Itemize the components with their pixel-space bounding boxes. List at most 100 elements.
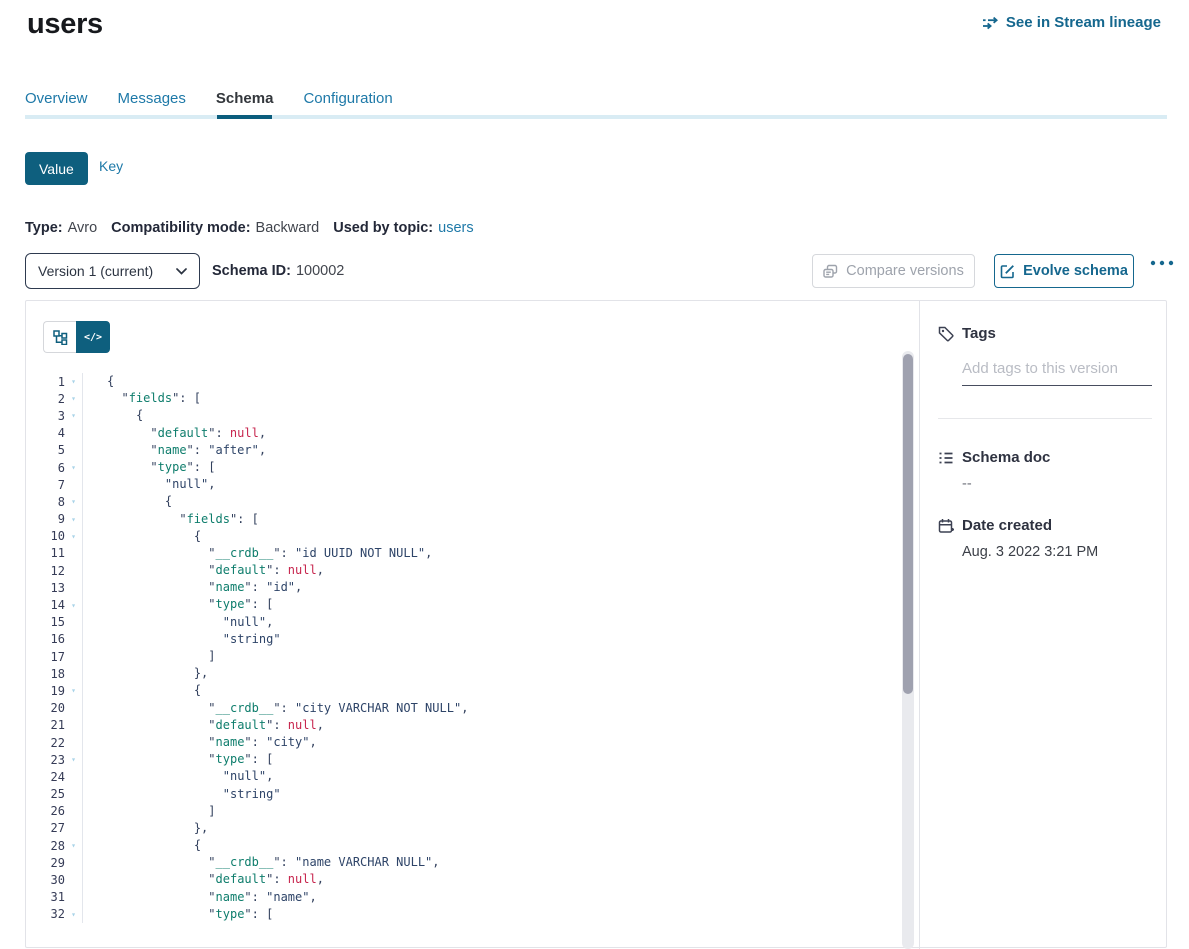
- code-line[interactable]: "default": null,: [107, 871, 919, 888]
- value-toggle-button[interactable]: Value: [25, 152, 88, 185]
- fold-arrow-icon[interactable]: ▾: [65, 910, 82, 919]
- tree-view-button[interactable]: [43, 321, 76, 353]
- gutter-line: 6▾: [26, 459, 82, 476]
- key-toggle-button[interactable]: Key: [99, 158, 123, 174]
- code-line[interactable]: {: [107, 493, 919, 510]
- gutter-line: 24: [26, 768, 82, 785]
- version-dropdown[interactable]: Version 1 (current): [25, 253, 200, 289]
- tab-overview[interactable]: Overview: [25, 90, 88, 117]
- schema-doc-value: --: [962, 476, 972, 492]
- code-line[interactable]: "fields": [: [107, 511, 919, 528]
- code-line[interactable]: "type": [: [107, 459, 919, 476]
- code-line[interactable]: "default": null,: [107, 717, 919, 734]
- code-line[interactable]: "null",: [107, 476, 919, 493]
- tag-icon: [938, 326, 954, 347]
- line-number: 11: [26, 546, 65, 560]
- tab-active-indicator: [217, 115, 272, 119]
- code-line[interactable]: ]: [107, 648, 919, 665]
- editor-view-toggle: </>: [43, 321, 110, 353]
- code-line[interactable]: "null",: [107, 768, 919, 785]
- date-created-value: Aug. 3 2022 3:21 PM: [962, 544, 1098, 560]
- fold-arrow-icon[interactable]: ▾: [65, 532, 82, 541]
- fold-arrow-icon[interactable]: ▾: [65, 841, 82, 850]
- fold-arrow-icon[interactable]: ▾: [65, 497, 82, 506]
- fold-arrow-icon[interactable]: ▾: [65, 463, 82, 472]
- gutter-line: 10▾: [26, 528, 82, 545]
- code-line[interactable]: "__crdb__": "city VARCHAR NOT NULL",: [107, 700, 919, 717]
- code-line[interactable]: "name": "id",: [107, 579, 919, 596]
- fold-arrow-icon[interactable]: ▾: [65, 755, 82, 764]
- code-line[interactable]: "name": "after",: [107, 442, 919, 459]
- schema-meta-row: Type:Avro Compatibility mode:Backward Us…: [25, 220, 474, 236]
- stream-lineage-link[interactable]: See in Stream lineage: [982, 14, 1161, 31]
- tab-messages[interactable]: Messages: [118, 90, 186, 117]
- line-number: 19: [26, 684, 65, 698]
- code-line[interactable]: "default": null,: [107, 562, 919, 579]
- topic-link[interactable]: users: [438, 220, 473, 236]
- fold-arrow-icon[interactable]: ▾: [65, 515, 82, 524]
- fold-arrow-icon[interactable]: ▾: [65, 601, 82, 610]
- line-number: 16: [26, 632, 65, 646]
- schema-sidebar: Tags Schema doc -- Date created Aug. 3 2…: [920, 301, 1168, 949]
- code-line[interactable]: {: [107, 837, 919, 854]
- fold-arrow-icon[interactable]: ▾: [65, 377, 82, 386]
- code-line[interactable]: "fields": [: [107, 390, 919, 407]
- code-line[interactable]: {: [107, 373, 919, 390]
- line-number: 24: [26, 770, 65, 784]
- gutter-line: 27: [26, 820, 82, 837]
- code-line[interactable]: "type": [: [107, 596, 919, 613]
- code-line[interactable]: "__crdb__": "name VARCHAR NULL",: [107, 854, 919, 871]
- type-value: Avro: [68, 220, 98, 236]
- fold-arrow-icon[interactable]: ▾: [65, 411, 82, 420]
- calendar-plus-icon: [938, 518, 954, 539]
- schema-code-editor[interactable]: { "fields": [ { "default": null, "name":…: [84, 373, 919, 923]
- code-line[interactable]: "name": "city",: [107, 734, 919, 751]
- line-number: 4: [26, 426, 65, 440]
- tags-input[interactable]: [962, 356, 1152, 386]
- line-number: 6: [26, 461, 65, 475]
- code-line[interactable]: ]: [107, 803, 919, 820]
- code-line[interactable]: },: [107, 665, 919, 682]
- code-line[interactable]: "type": [: [107, 906, 919, 923]
- compare-versions-label: Compare versions: [846, 263, 964, 279]
- code-line[interactable]: {: [107, 528, 919, 545]
- edit-icon: [1000, 264, 1015, 279]
- compatibility-label: Compatibility mode:: [111, 220, 250, 236]
- tab-configuration[interactable]: Configuration: [303, 90, 392, 117]
- line-number: 31: [26, 890, 65, 904]
- editor-scrollbar-thumb[interactable]: [903, 354, 913, 694]
- code-line[interactable]: {: [107, 682, 919, 699]
- gutter-line: 16: [26, 631, 82, 648]
- fold-arrow-icon[interactable]: ▾: [65, 686, 82, 695]
- line-number: 3: [26, 409, 65, 423]
- code-line[interactable]: {: [107, 407, 919, 424]
- code-line[interactable]: },: [107, 820, 919, 837]
- gutter-line: 8▾: [26, 493, 82, 510]
- gutter-line: 2▾: [26, 390, 82, 407]
- code-line[interactable]: "string": [107, 786, 919, 803]
- compare-versions-button[interactable]: Compare versions: [812, 254, 975, 288]
- code-line[interactable]: "name": "name",: [107, 889, 919, 906]
- stream-lineage-icon: [982, 16, 999, 30]
- tab-schema[interactable]: Schema: [216, 90, 274, 117]
- fold-arrow-icon[interactable]: ▾: [65, 394, 82, 403]
- line-number: 5: [26, 443, 65, 457]
- chevron-down-icon: [176, 268, 187, 275]
- code-line[interactable]: "type": [: [107, 751, 919, 768]
- tab-bar: Overview Messages Schema Configuration: [25, 90, 393, 117]
- line-number: 13: [26, 581, 65, 595]
- evolve-schema-button[interactable]: Evolve schema: [994, 254, 1134, 288]
- code-line[interactable]: "default": null,: [107, 425, 919, 442]
- code-line[interactable]: "string": [107, 631, 919, 648]
- gutter-line: 13: [26, 579, 82, 596]
- gutter-line: 30: [26, 871, 82, 888]
- more-actions-button[interactable]: [1146, 256, 1178, 270]
- line-number: 28: [26, 839, 65, 853]
- gutter-line: 3▾: [26, 407, 82, 424]
- gutter-line: 12: [26, 562, 82, 579]
- code-line[interactable]: "__crdb__": "id UUID NOT NULL",: [107, 545, 919, 562]
- compatibility-value: Backward: [256, 220, 320, 236]
- code-line[interactable]: "null",: [107, 614, 919, 631]
- code-view-button[interactable]: </>: [76, 321, 110, 353]
- gutter-line: 4: [26, 425, 82, 442]
